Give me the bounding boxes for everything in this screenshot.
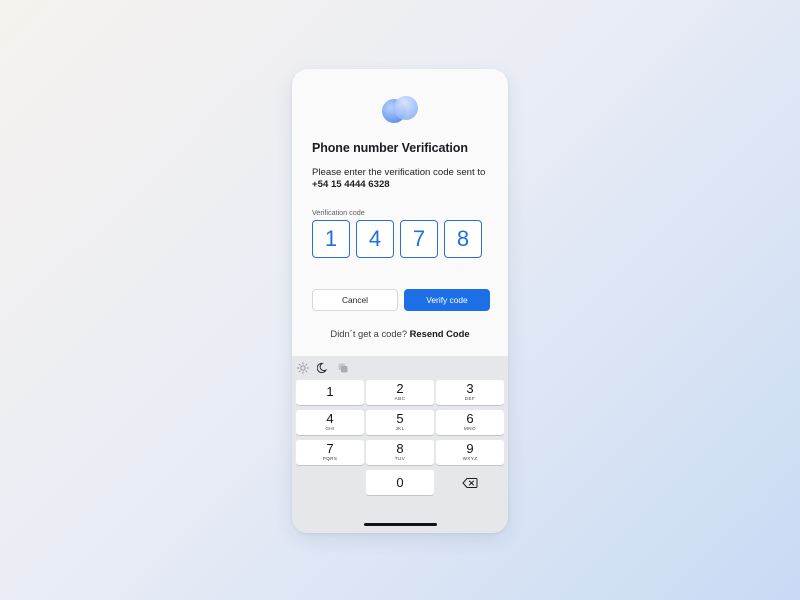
instruction-text: Please enter the verification code sent …	[312, 167, 485, 191]
resend-row: Didn´t get a code? Resend Code	[292, 328, 508, 339]
key-letters: DEF	[464, 396, 476, 401]
key-letters: ABC	[394, 396, 406, 401]
key-2[interactable]: 2 ABC	[366, 380, 434, 405]
app-logo-icon	[382, 96, 418, 123]
sun-icon[interactable]	[296, 361, 310, 375]
key-digit: 9	[466, 441, 474, 456]
code-input-group: 1 4 7 8	[312, 220, 482, 258]
action-buttons: Cancel Verify code	[312, 289, 490, 311]
key-3[interactable]: 3 DEF	[436, 380, 504, 405]
code-digit-input[interactable]: 4	[356, 220, 394, 258]
resend-code-link[interactable]: Resend Code	[410, 328, 470, 339]
key-digit: 2	[396, 381, 404, 396]
key-letters: GHI	[325, 426, 335, 431]
phone-number: +54 15 4444 6328	[312, 179, 390, 190]
code-digit-input[interactable]: 7	[400, 220, 438, 258]
key-digit: 3	[466, 381, 474, 396]
key-7[interactable]: 7 PQRS	[296, 440, 364, 465]
phone-frame: Phone number Verification Please enter t…	[292, 69, 508, 533]
key-9[interactable]: 9 WXYZ	[436, 440, 504, 465]
key-digit: 1	[326, 384, 334, 399]
code-field-label: Verification code	[312, 208, 365, 217]
code-digit-input[interactable]: 8	[444, 220, 482, 258]
resend-prompt: Didn´t get a code?	[330, 328, 408, 339]
key-6[interactable]: 6 MNO	[436, 410, 504, 435]
code-digit-input[interactable]: 1	[312, 220, 350, 258]
verify-code-button[interactable]: Verify code	[404, 289, 490, 311]
copy-icon[interactable]	[336, 361, 350, 375]
key-5[interactable]: 5 JKL	[366, 410, 434, 435]
key-digit: 8	[396, 441, 404, 456]
moon-icon[interactable]	[316, 361, 330, 375]
key-letters: JKL	[395, 426, 405, 431]
keyboard-toolbar	[296, 361, 350, 375]
key-digit: 4	[326, 411, 334, 426]
key-letters: WXYZ	[462, 456, 478, 461]
instruction-label: Please enter the verification code sent …	[312, 167, 486, 178]
key-empty	[296, 470, 364, 495]
key-letters: PQRS	[322, 456, 338, 461]
cancel-button[interactable]: Cancel	[312, 289, 398, 311]
key-letters: TUV	[394, 456, 406, 461]
backspace-icon	[462, 477, 478, 488]
key-0[interactable]: 0	[366, 470, 434, 495]
key-letters: MNO	[464, 426, 476, 431]
keypad: 1 2 ABC 3 DEF 4 GHI 5 JKL 6 MNO 7 PQRS 8…	[296, 380, 504, 495]
backspace-key[interactable]	[436, 470, 504, 495]
page-title: Phone number Verification	[312, 141, 468, 155]
key-1[interactable]: 1	[296, 380, 364, 405]
key-digit: 6	[466, 411, 474, 426]
numeric-keyboard: 1 2 ABC 3 DEF 4 GHI 5 JKL 6 MNO 7 PQRS 8…	[292, 356, 508, 533]
key-digit: 0	[396, 474, 404, 490]
key-8[interactable]: 8 TUV	[366, 440, 434, 465]
key-4[interactable]: 4 GHI	[296, 410, 364, 435]
key-digit: 7	[326, 441, 334, 456]
home-indicator	[364, 523, 437, 526]
key-digit: 5	[396, 411, 404, 426]
